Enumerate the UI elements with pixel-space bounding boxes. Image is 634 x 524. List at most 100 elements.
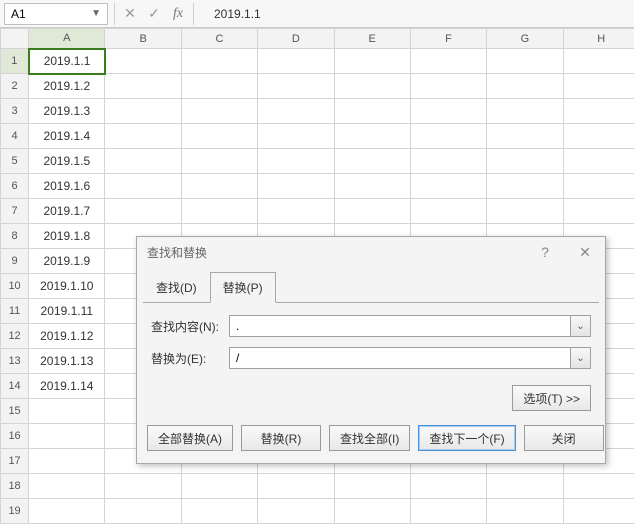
row-header[interactable]: 6 (1, 174, 29, 199)
cell[interactable] (563, 49, 634, 74)
find-what-dropdown[interactable]: ⌄ (571, 315, 591, 337)
row-header[interactable]: 18 (1, 474, 29, 499)
cell[interactable] (258, 149, 334, 174)
cell[interactable] (258, 174, 334, 199)
cell[interactable]: 2019.1.13 (29, 349, 105, 374)
cell[interactable]: 2019.1.3 (29, 99, 105, 124)
row-header[interactable]: 2 (1, 74, 29, 99)
col-header-B[interactable]: B (105, 29, 181, 49)
cell[interactable]: 2019.1.1 (29, 49, 105, 74)
cell[interactable] (487, 474, 563, 499)
cell[interactable] (410, 74, 486, 99)
options-button[interactable]: 选项(T) >> (512, 385, 591, 411)
cell[interactable] (29, 474, 105, 499)
cell[interactable] (334, 149, 410, 174)
cell[interactable] (487, 49, 563, 74)
cell[interactable] (258, 99, 334, 124)
cell[interactable] (181, 499, 257, 524)
cell[interactable] (334, 124, 410, 149)
replace-button[interactable]: 替换(R) (241, 425, 321, 451)
confirm-icon[interactable]: ✓ (145, 5, 163, 22)
row-header[interactable]: 17 (1, 449, 29, 474)
cell[interactable] (181, 474, 257, 499)
cell[interactable] (258, 499, 334, 524)
close-icon[interactable]: ✕ (565, 237, 605, 267)
fx-icon[interactable]: fx (169, 6, 187, 22)
cell[interactable] (105, 124, 181, 149)
row-header[interactable]: 7 (1, 199, 29, 224)
cell[interactable] (563, 199, 634, 224)
replace-all-button[interactable]: 全部替换(A) (147, 425, 233, 451)
cell[interactable]: 2019.1.9 (29, 249, 105, 274)
col-header-A[interactable]: A (29, 29, 105, 49)
cell[interactable] (181, 74, 257, 99)
cell[interactable] (487, 499, 563, 524)
row-header[interactable]: 13 (1, 349, 29, 374)
col-header-G[interactable]: G (487, 29, 563, 49)
cell[interactable] (487, 124, 563, 149)
cell[interactable]: 2019.1.6 (29, 174, 105, 199)
cell[interactable] (29, 399, 105, 424)
find-next-button[interactable]: 查找下一个(F) (418, 425, 515, 451)
row-header[interactable]: 8 (1, 224, 29, 249)
row-header[interactable]: 5 (1, 149, 29, 174)
cell[interactable] (105, 74, 181, 99)
cell[interactable] (563, 99, 634, 124)
cell[interactable]: 2019.1.11 (29, 299, 105, 324)
cell[interactable] (181, 174, 257, 199)
col-header-H[interactable]: H (563, 29, 634, 49)
row-header[interactable]: 1 (1, 49, 29, 74)
cell[interactable] (181, 199, 257, 224)
col-header-F[interactable]: F (410, 29, 486, 49)
find-all-button[interactable]: 查找全部(I) (329, 425, 410, 451)
cell[interactable] (105, 474, 181, 499)
cell[interactable] (105, 499, 181, 524)
cell[interactable] (334, 474, 410, 499)
chevron-down-icon[interactable]: ▼ (91, 8, 101, 19)
cell[interactable] (258, 124, 334, 149)
select-all-corner[interactable] (1, 29, 29, 49)
cell[interactable] (410, 49, 486, 74)
cell[interactable] (410, 474, 486, 499)
tab-replace[interactable]: 替换(P) (210, 272, 276, 303)
cell[interactable] (487, 199, 563, 224)
cell[interactable] (334, 49, 410, 74)
row-header[interactable]: 9 (1, 249, 29, 274)
cell[interactable]: 2019.1.8 (29, 224, 105, 249)
row-header[interactable]: 16 (1, 424, 29, 449)
cell[interactable] (105, 99, 181, 124)
cell[interactable] (181, 49, 257, 74)
cell[interactable]: 2019.1.7 (29, 199, 105, 224)
row-header[interactable]: 19 (1, 499, 29, 524)
cell[interactable]: 2019.1.2 (29, 74, 105, 99)
cell[interactable] (410, 174, 486, 199)
cell[interactable]: 2019.1.14 (29, 374, 105, 399)
cell[interactable] (105, 149, 181, 174)
cell[interactable] (487, 149, 563, 174)
help-icon[interactable]: ? (525, 237, 565, 267)
dialog-titlebar[interactable]: 查找和替换 ? ✕ (137, 237, 605, 267)
cell[interactable] (410, 149, 486, 174)
cell[interactable] (563, 174, 634, 199)
cell[interactable]: 2019.1.12 (29, 324, 105, 349)
cell[interactable] (410, 499, 486, 524)
tab-find[interactable]: 查找(D) (143, 272, 210, 303)
row-header[interactable]: 12 (1, 324, 29, 349)
find-what-input[interactable] (229, 315, 571, 337)
cell[interactable] (29, 449, 105, 474)
cell[interactable] (258, 74, 334, 99)
cell[interactable]: 2019.1.10 (29, 274, 105, 299)
row-header[interactable]: 10 (1, 274, 29, 299)
cell[interactable]: 2019.1.5 (29, 149, 105, 174)
col-header-E[interactable]: E (334, 29, 410, 49)
name-box[interactable]: A1 ▼ (4, 3, 108, 25)
cell[interactable] (563, 474, 634, 499)
cell[interactable] (563, 124, 634, 149)
cell[interactable] (105, 199, 181, 224)
replace-with-input[interactable] (229, 347, 571, 369)
row-header[interactable]: 15 (1, 399, 29, 424)
cancel-icon[interactable]: ✕ (121, 5, 139, 22)
cell[interactable] (105, 49, 181, 74)
row-header[interactable]: 4 (1, 124, 29, 149)
cell[interactable] (563, 149, 634, 174)
